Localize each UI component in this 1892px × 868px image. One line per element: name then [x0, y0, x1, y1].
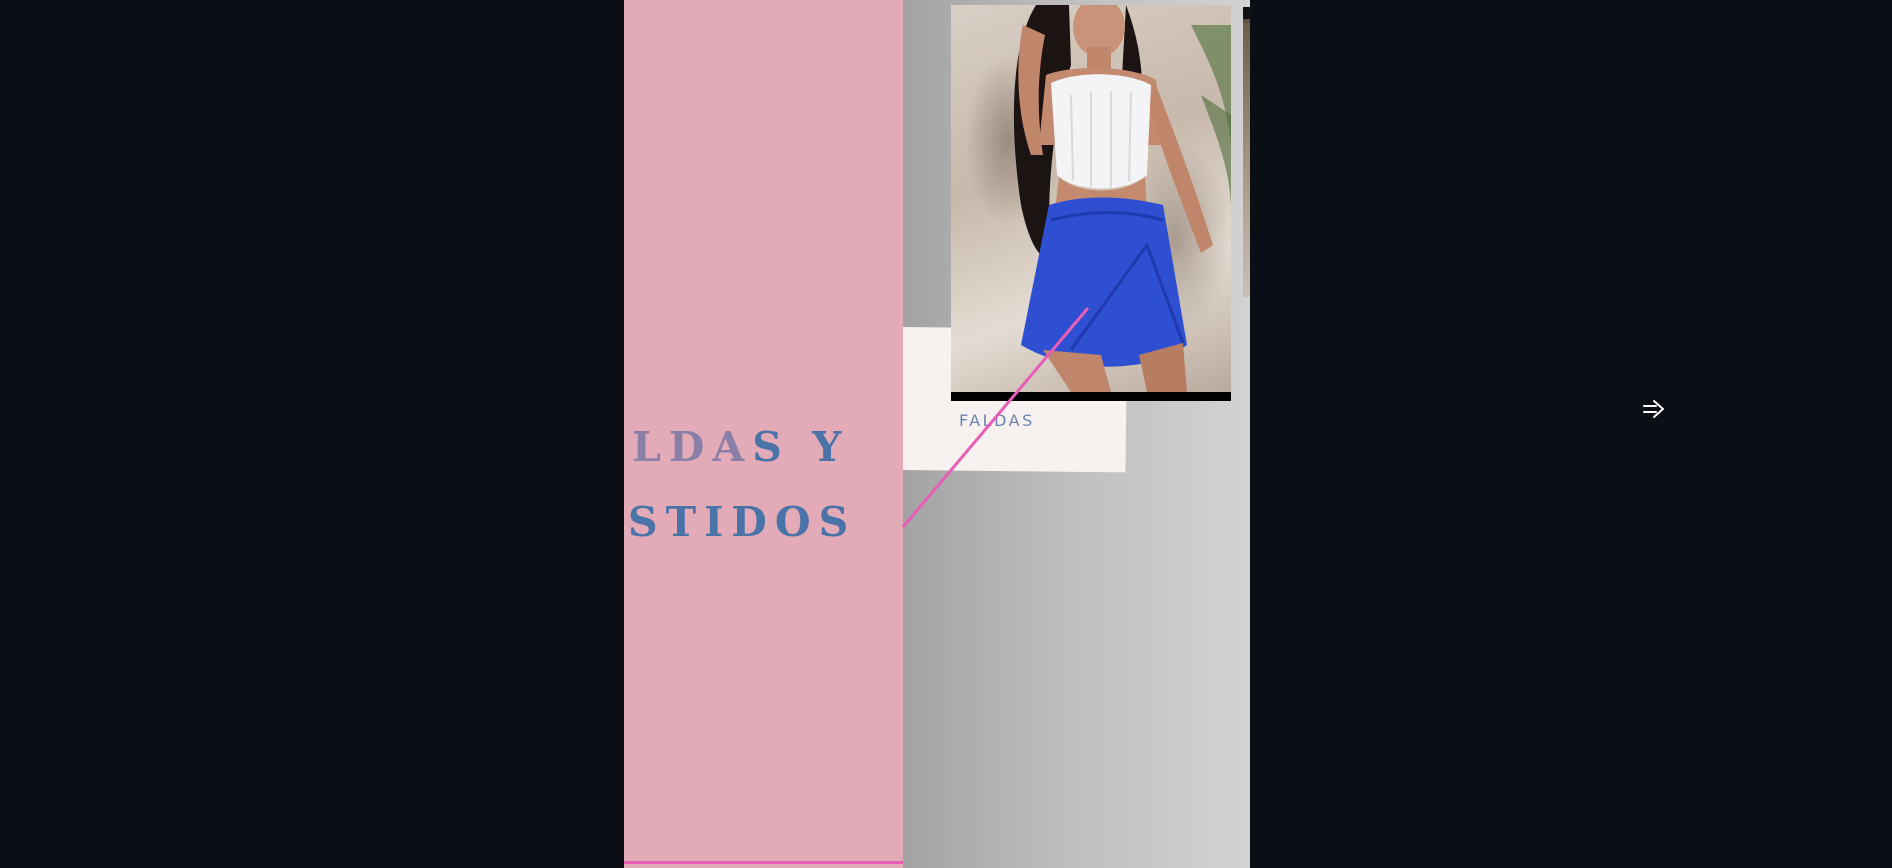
product-photo-illustration: [1013, 5, 1231, 392]
next-slide-button[interactable]: [1641, 396, 1667, 422]
title-line-1-fade: LDA: [632, 423, 753, 471]
product-photo-frame: [951, 5, 1231, 401]
title-line-1-solid: S Y: [752, 423, 850, 471]
accent-underline: [624, 861, 903, 864]
next-page-edge: [1243, 7, 1250, 297]
product-photo: [951, 5, 1231, 392]
title-line-2: STIDOS: [628, 498, 857, 546]
slideshow-stage: LDAS Y STIDOS FALDAS: [0, 0, 1892, 868]
product-panel: FALDAS: [903, 0, 1250, 868]
product-caption: FALDAS: [959, 411, 1035, 430]
arrow-right-icon: [1643, 400, 1664, 418]
title-line-1: LDAS Y: [632, 423, 849, 471]
title-panel: LDAS Y STIDOS: [624, 0, 903, 868]
